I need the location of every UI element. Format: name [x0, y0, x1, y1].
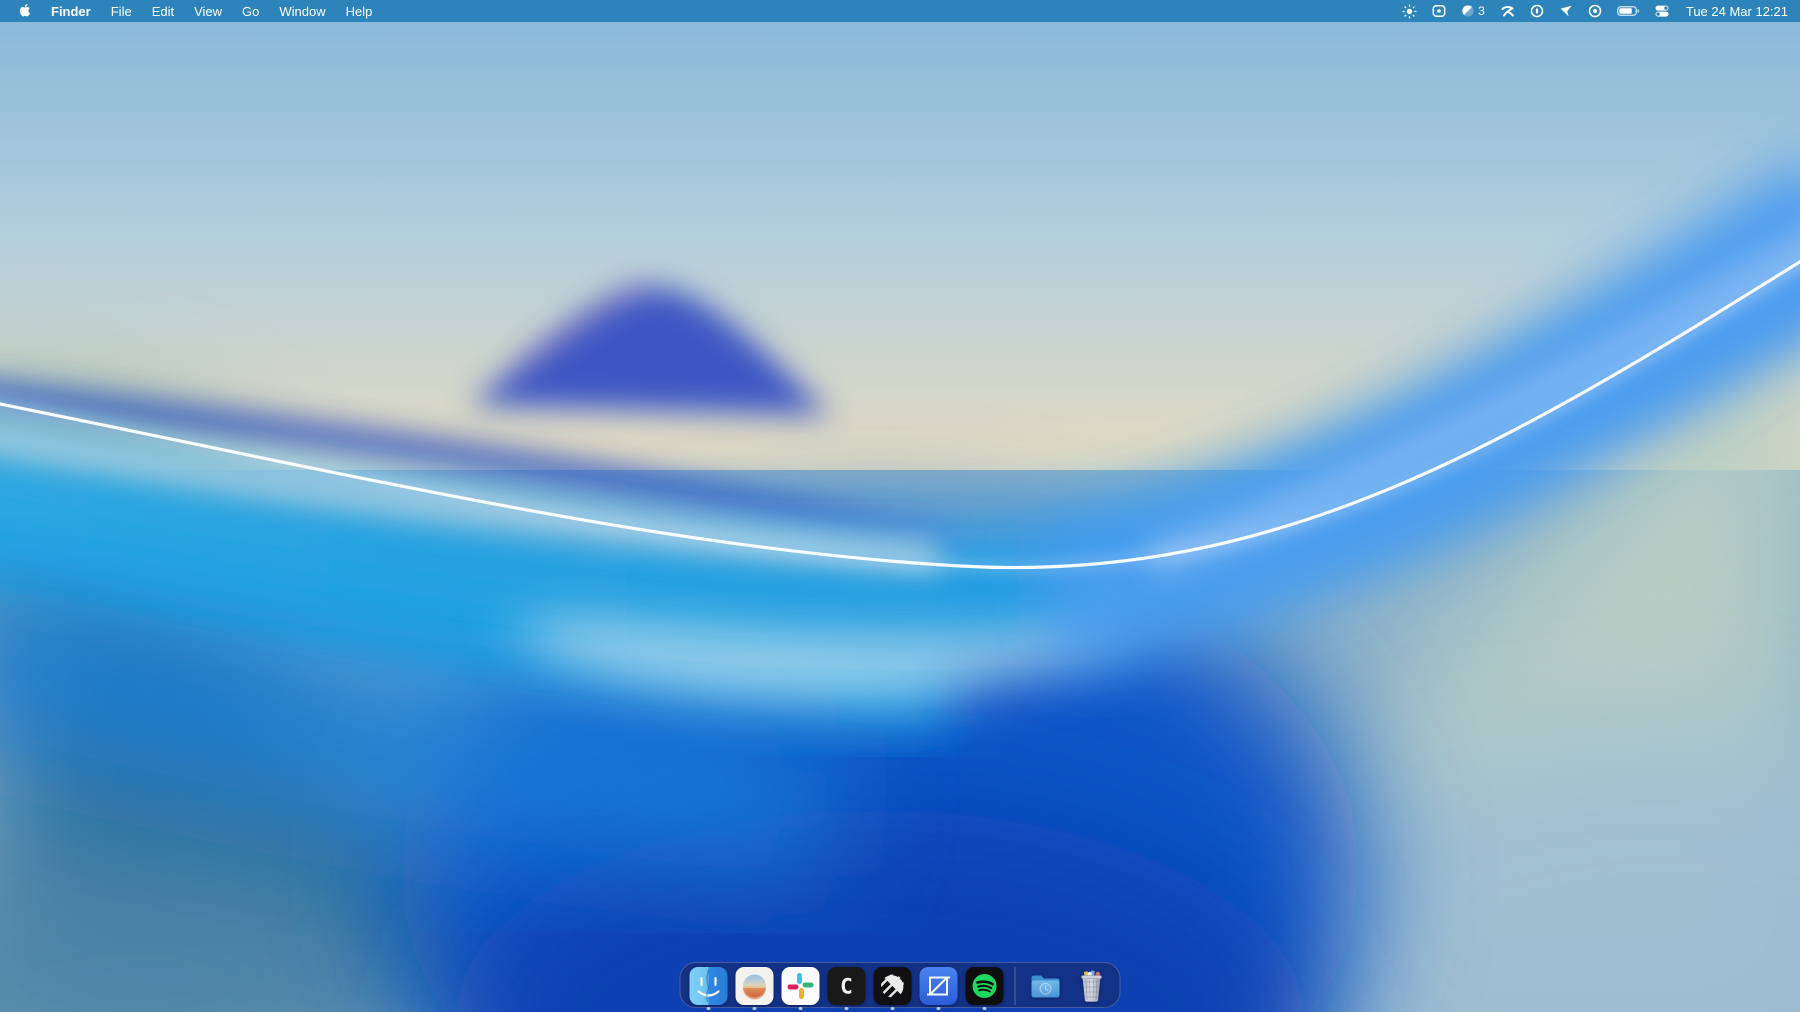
battery-icon[interactable]: [1617, 0, 1640, 22]
svg-text:C: C: [840, 975, 853, 999]
dock-item-linear[interactable]: [874, 967, 912, 1010]
contrast-badge-icon[interactable]: 3: [1461, 0, 1485, 22]
menu-bar: Finder File Edit View Go Window Help 3: [0, 0, 1800, 22]
pointer-flag-icon[interactable]: [1559, 0, 1573, 22]
record-icon[interactable]: [1588, 0, 1602, 22]
menu-bar-status: 3: [1402, 0, 1800, 22]
brightness-icon[interactable]: [1402, 0, 1417, 22]
running-indicator: [983, 1007, 987, 1011]
sunrise-icon: [736, 967, 774, 1005]
dock-separator: [1015, 967, 1016, 1005]
running-indicator: [753, 1007, 757, 1011]
dock-item-trash[interactable]: [1073, 967, 1111, 1005]
dock-item-spotify[interactable]: [966, 967, 1004, 1010]
dock-item-zed[interactable]: [920, 967, 958, 1010]
menu-go[interactable]: Go: [232, 0, 269, 22]
running-indicator: [891, 1007, 895, 1011]
stage-manager-icon[interactable]: [1432, 0, 1446, 22]
dock-item-finder[interactable]: [690, 967, 728, 1010]
menu-file[interactable]: File: [101, 0, 142, 22]
running-indicator: [937, 1007, 941, 1011]
rewind-icon[interactable]: [1500, 0, 1515, 22]
keyhole-ring-icon[interactable]: [1530, 0, 1544, 22]
folder-icon: [1027, 967, 1065, 1005]
pixel-c-icon: C: [828, 967, 866, 1005]
dock-item-weather-sunrise[interactable]: [736, 967, 774, 1010]
running-indicator: [845, 1007, 849, 1011]
control-center-icon[interactable]: [1655, 0, 1669, 22]
apple-menu[interactable]: [10, 0, 41, 22]
menu-window[interactable]: Window: [269, 0, 335, 22]
z-frame-icon: [920, 967, 958, 1005]
running-indicator: [799, 1007, 803, 1011]
status-badge-count: 3: [1478, 4, 1485, 18]
dock-item-downloads-folder[interactable]: [1027, 967, 1065, 1005]
spotify-icon: [966, 967, 1004, 1005]
menu-bar-clock[interactable]: Tue 24 Mar 12:21: [1684, 4, 1788, 19]
striped-sphere-icon: [874, 967, 912, 1005]
dock-item-calendar-c[interactable]: C: [828, 967, 866, 1010]
desktop-wallpaper: [0, 0, 1800, 1012]
menu-bar-left: Finder File Edit View Go Window Help: [0, 0, 382, 22]
menu-view[interactable]: View: [184, 0, 232, 22]
running-indicator: [707, 1007, 711, 1011]
menu-app-name[interactable]: Finder: [41, 0, 101, 22]
dock: C: [680, 962, 1121, 1008]
trash-full-icon: [1073, 967, 1111, 1005]
dock-item-slack[interactable]: [782, 967, 820, 1010]
menu-help[interactable]: Help: [336, 0, 383, 22]
menu-edit[interactable]: Edit: [142, 0, 184, 22]
finder-icon: [690, 967, 728, 1005]
slack-icon: [782, 967, 820, 1005]
apple-icon: [18, 3, 31, 19]
